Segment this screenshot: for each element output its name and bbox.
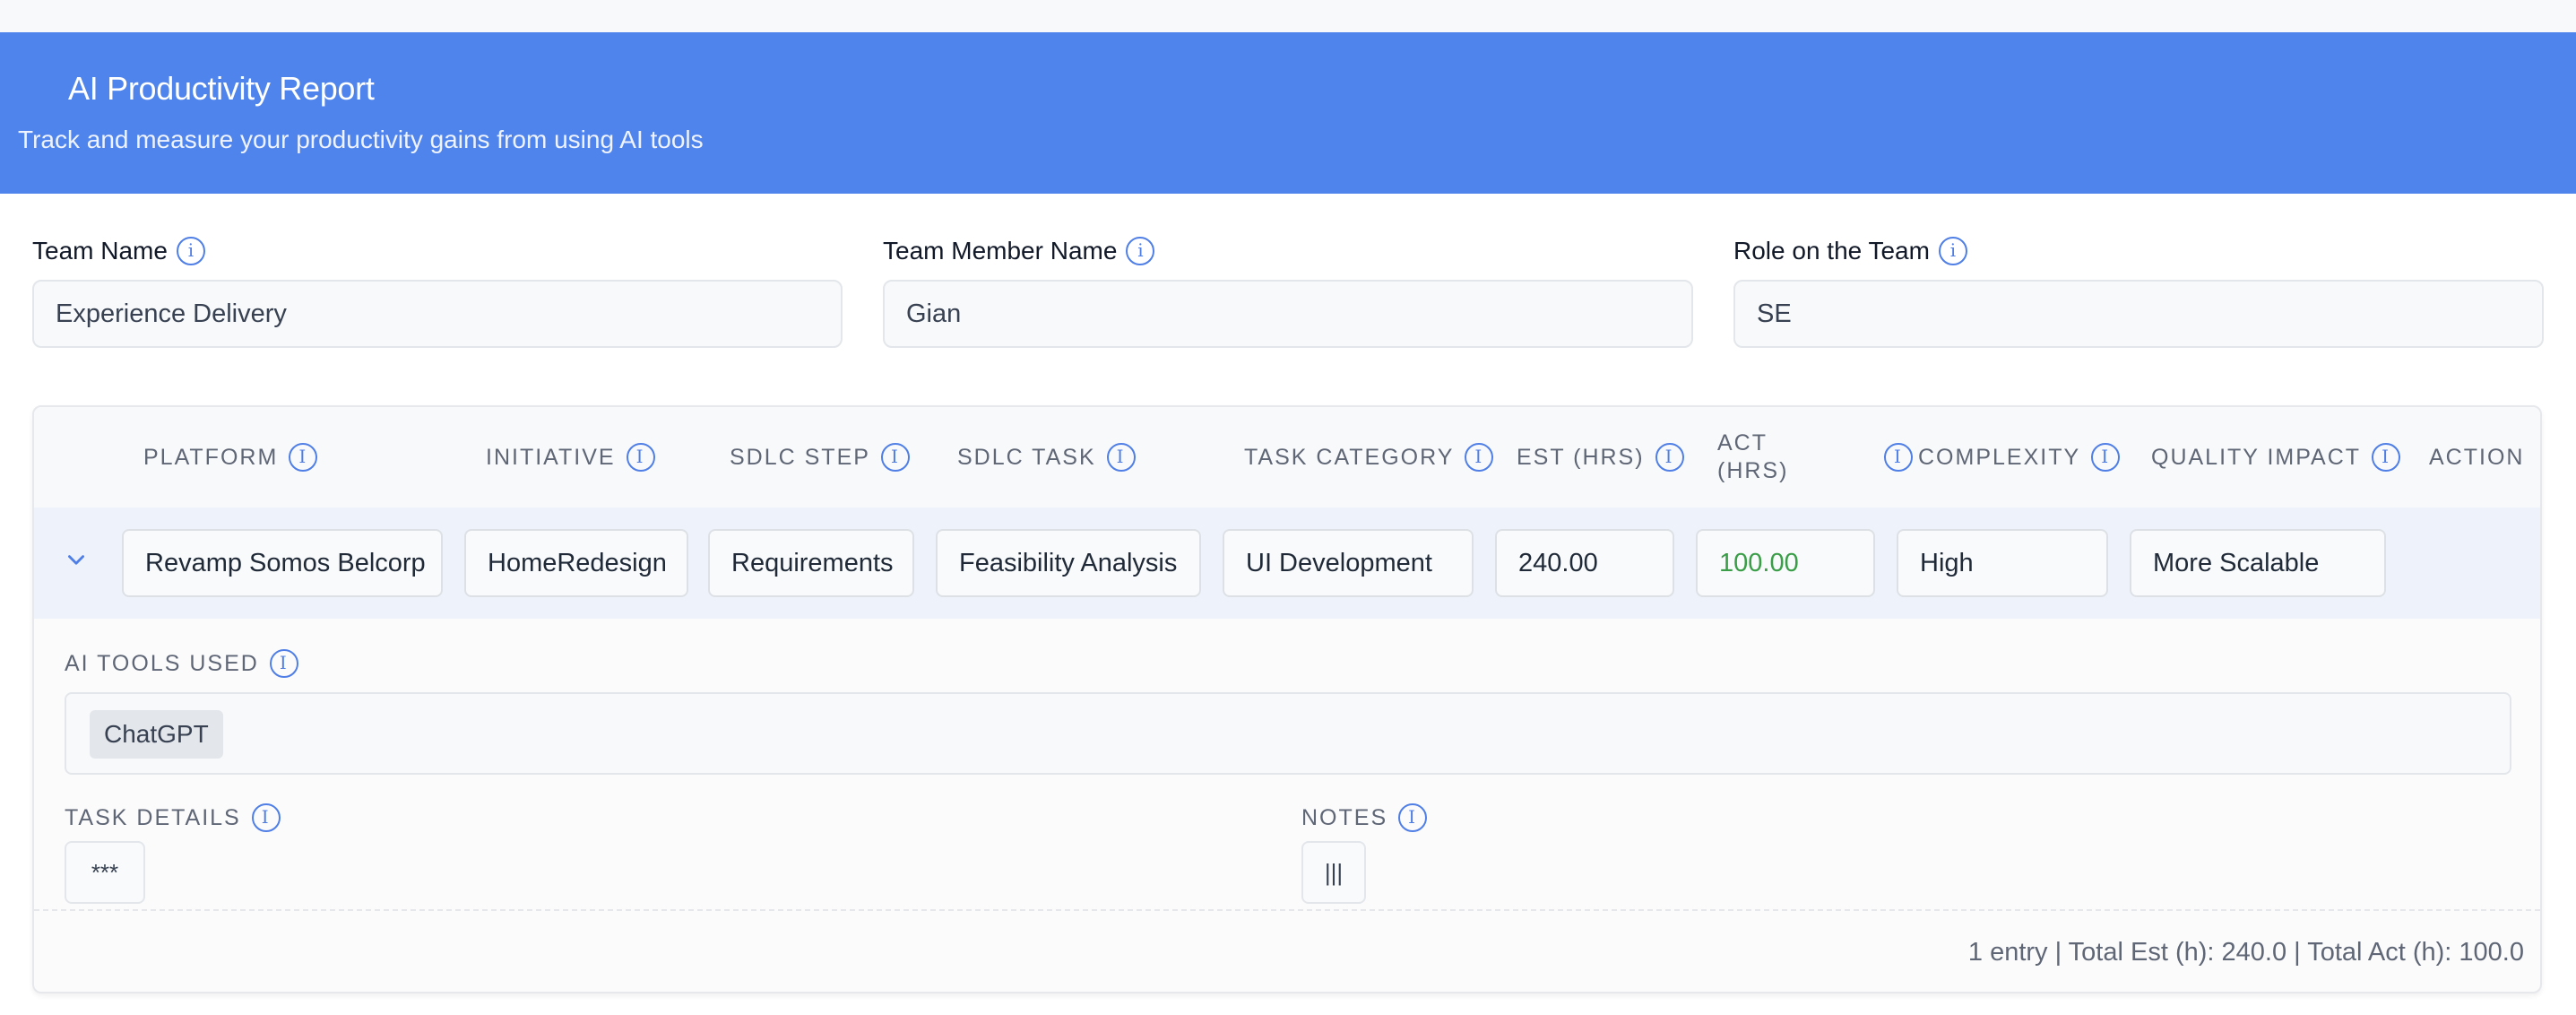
role-input[interactable]: SE [1733,280,2544,348]
top-gap [0,0,2576,32]
info-icon[interactable]: i [1398,803,1428,832]
info-icon[interactable]: i [1106,443,1136,472]
column-task-category: TASK CATEGORY i [1244,407,1494,508]
task-category-select[interactable]: UI Development [1223,529,1474,597]
page-title: AI Productivity Report [68,70,375,107]
column-action: ACTION [2429,444,2525,470]
info-icon[interactable]: i [1884,443,1913,472]
act-hrs-input[interactable]: 100.00 [1696,529,1875,597]
platform-select[interactable]: Revamp Somos Belcorp [122,529,443,597]
chevron-down-icon[interactable] [65,549,88,572]
column-sdlc-task: SDLC TASK i [957,407,1136,508]
info-icon[interactable]: i [1465,443,1494,472]
column-initiative: INITIATIVE i [486,407,655,508]
info-icon[interactable]: i [2091,443,2121,472]
table-header: PLATFORM i INITIATIVE i SDLC STEP i SDLC… [34,407,2540,508]
info-icon[interactable]: i [1126,237,1155,265]
divider [34,909,2540,911]
task-details-input[interactable]: *** [65,841,145,904]
team-member-name-label: Team Member Name i [883,237,1155,265]
info-icon[interactable]: i [1938,237,1967,265]
info-icon[interactable]: i [269,649,298,678]
info-icon[interactable]: i [1655,443,1684,472]
team-name-label: Team Name i [32,237,205,265]
complexity-select[interactable]: High [1897,529,2108,597]
info-icon[interactable]: i [289,443,318,472]
team-name-input[interactable]: Experience Delivery [32,280,843,348]
info-icon[interactable]: i [176,237,205,265]
main-content: Team Name i Experience Delivery Team Mem… [0,194,2576,1015]
quality-impact-select[interactable]: More Scalable [2130,529,2386,597]
table-summary: 1 entry | Total Est (h): 240.0 | Total A… [1967,938,2524,967]
sdlc-task-select[interactable]: Feasibility Analysis [936,529,1201,597]
column-quality-impact: QUALITY IMPACT i [2151,407,2401,508]
team-member-name-input[interactable]: Gian [883,280,1693,348]
task-details-label: TASK DETAILS i [65,803,281,832]
page-header: AI Productivity Report Track and measure… [0,32,2576,194]
info-icon[interactable]: i [880,443,910,472]
table-row: Revamp Somos Belcorp HomeRedesign Requir… [34,508,2540,619]
page-subtitle: Track and measure your productivity gain… [18,126,704,153]
column-platform: PLATFORM i [143,407,318,508]
info-icon[interactable]: i [251,803,281,832]
notes-label: NOTES i [1301,803,1428,832]
info-icon[interactable]: i [2372,443,2401,472]
notes-input[interactable]: ||| [1301,841,1366,904]
column-sdlc-step: SDLC STEP i [730,407,910,508]
ai-tools-used-label: AI TOOLS USED i [65,649,298,678]
role-label: Role on the Team i [1733,237,1967,265]
column-act-hrs: ACT (HRS) i [1717,407,1913,508]
sdlc-step-select[interactable]: Requirements [708,529,914,597]
column-complexity: COMPLEXITY i [1918,407,2121,508]
column-est-hrs: EST (HRS) i [1517,407,1684,508]
initiative-select[interactable]: HomeRedesign [464,529,688,597]
ai-tool-chip[interactable]: ChatGPT [90,710,223,759]
entries-table-card: PLATFORM i INITIATIVE i SDLC STEP i SDLC… [32,405,2542,993]
est-hrs-input[interactable]: 240.00 [1495,529,1674,597]
ai-tools-input[interactable]: ChatGPT [65,692,2511,775]
info-icon[interactable]: i [626,443,655,472]
